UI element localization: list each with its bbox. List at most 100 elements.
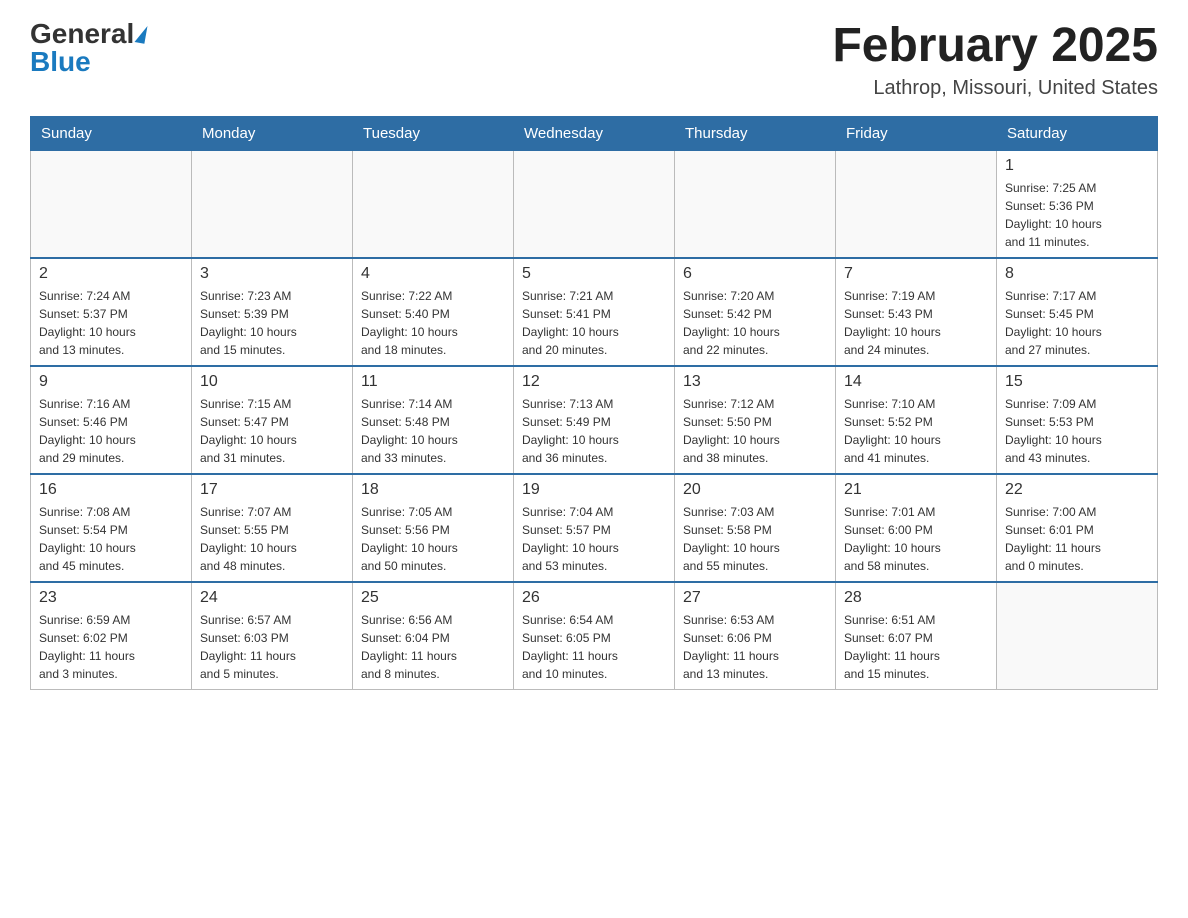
calendar-cell: 18 Sunrise: 7:05 AMSunset: 5:56 PMDayligh… (353, 474, 514, 582)
header-saturday: Saturday (997, 116, 1158, 150)
calendar-cell (31, 150, 192, 258)
day-info: Sunrise: 7:04 AMSunset: 5:57 PMDaylight:… (522, 503, 666, 575)
calendar-cell: 23 Sunrise: 6:59 AMSunset: 6:02 PMDayligh… (31, 582, 192, 690)
calendar-cell: 25 Sunrise: 6:56 AMSunset: 6:04 PMDayligh… (353, 582, 514, 690)
day-number: 1 (1005, 157, 1149, 175)
day-info: Sunrise: 6:59 AMSunset: 6:02 PMDaylight:… (39, 611, 183, 683)
day-number: 21 (844, 481, 988, 499)
calendar-cell (836, 150, 997, 258)
calendar-cell: 7 Sunrise: 7:19 AMSunset: 5:43 PMDaylight… (836, 258, 997, 366)
calendar-week-row: 9 Sunrise: 7:16 AMSunset: 5:46 PMDaylight… (31, 366, 1158, 474)
day-number: 6 (683, 265, 827, 283)
day-number: 28 (844, 589, 988, 607)
day-number: 9 (39, 373, 183, 391)
calendar-table: Sunday Monday Tuesday Wednesday Thursday… (30, 116, 1158, 690)
calendar-week-row: 23 Sunrise: 6:59 AMSunset: 6:02 PMDayligh… (31, 582, 1158, 690)
day-info: Sunrise: 7:22 AMSunset: 5:40 PMDaylight:… (361, 287, 505, 359)
day-info: Sunrise: 7:19 AMSunset: 5:43 PMDaylight:… (844, 287, 988, 359)
header-thursday: Thursday (675, 116, 836, 150)
calendar-cell: 19Sunrise: 7:04 AMSunset: 5:57 PMDayligh… (514, 474, 675, 582)
day-info: Sunrise: 6:53 AMSunset: 6:06 PMDaylight:… (683, 611, 827, 683)
logo-triangle-icon (135, 24, 148, 43)
day-number: 20 (683, 481, 827, 499)
calendar-cell: 1 Sunrise: 7:25 AMSunset: 5:36 PMDaylight… (997, 150, 1158, 258)
header-wednesday: Wednesday (514, 116, 675, 150)
day-info: Sunrise: 6:57 AMSunset: 6:03 PMDaylight:… (200, 611, 344, 683)
day-number: 4 (361, 265, 505, 283)
day-info: Sunrise: 7:24 AMSunset: 5:37 PMDaylight:… (39, 287, 183, 359)
logo-blue: Blue (30, 48, 91, 76)
day-number: 16 (39, 481, 183, 499)
calendar-subtitle: Lathrop, Missouri, United States (832, 77, 1158, 100)
day-info: Sunrise: 7:16 AMSunset: 5:46 PMDaylight:… (39, 395, 183, 467)
day-info: Sunrise: 6:51 AMSunset: 6:07 PMDaylight:… (844, 611, 988, 683)
day-info: Sunrise: 6:56 AMSunset: 6:04 PMDaylight:… (361, 611, 505, 683)
day-info: Sunrise: 7:17 AMSunset: 5:45 PMDaylight:… (1005, 287, 1149, 359)
calendar-cell (675, 150, 836, 258)
day-info: Sunrise: 7:12 AMSunset: 5:50 PMDaylight:… (683, 395, 827, 467)
day-info: Sunrise: 7:03 AMSunset: 5:58 PMDaylight:… (683, 503, 827, 575)
calendar-cell: 3 Sunrise: 7:23 AMSunset: 5:39 PMDaylight… (192, 258, 353, 366)
day-number: 7 (844, 265, 988, 283)
title-section: February 2025 Lathrop, Missouri, United … (832, 20, 1158, 100)
day-info: Sunrise: 7:20 AMSunset: 5:42 PMDaylight:… (683, 287, 827, 359)
day-number: 12 (522, 373, 666, 391)
day-info: Sunrise: 7:13 AMSunset: 5:49 PMDaylight:… (522, 395, 666, 467)
calendar-cell: 4 Sunrise: 7:22 AMSunset: 5:40 PMDaylight… (353, 258, 514, 366)
calendar-cell: 2 Sunrise: 7:24 AMSunset: 5:37 PMDaylight… (31, 258, 192, 366)
day-number: 10 (200, 373, 344, 391)
calendar-cell: 14Sunrise: 7:10 AMSunset: 5:52 PMDayligh… (836, 366, 997, 474)
day-number: 15 (1005, 373, 1149, 391)
day-info: Sunrise: 7:14 AMSunset: 5:48 PMDaylight:… (361, 395, 505, 467)
day-number: 13 (683, 373, 827, 391)
header-friday: Friday (836, 116, 997, 150)
day-number: 2 (39, 265, 183, 283)
calendar-cell: 11 Sunrise: 7:14 AMSunset: 5:48 PMDayligh… (353, 366, 514, 474)
calendar-cell (353, 150, 514, 258)
calendar-cell: 22 Sunrise: 7:00 AMSunset: 6:01 PMDayligh… (997, 474, 1158, 582)
day-number: 25 (361, 589, 505, 607)
day-info: Sunrise: 7:25 AMSunset: 5:36 PMDaylight:… (1005, 179, 1149, 251)
day-number: 3 (200, 265, 344, 283)
day-info: Sunrise: 7:05 AMSunset: 5:56 PMDaylight:… (361, 503, 505, 575)
day-number: 18 (361, 481, 505, 499)
calendar-cell: 17Sunrise: 7:07 AMSunset: 5:55 PMDayligh… (192, 474, 353, 582)
calendar-cell: 26Sunrise: 6:54 AMSunset: 6:05 PMDayligh… (514, 582, 675, 690)
day-number: 5 (522, 265, 666, 283)
day-info: Sunrise: 7:21 AMSunset: 5:41 PMDaylight:… (522, 287, 666, 359)
header-tuesday: Tuesday (353, 116, 514, 150)
day-info: Sunrise: 7:10 AMSunset: 5:52 PMDaylight:… (844, 395, 988, 467)
calendar-week-row: 16Sunrise: 7:08 AMSunset: 5:54 PMDayligh… (31, 474, 1158, 582)
calendar-week-row: 2 Sunrise: 7:24 AMSunset: 5:37 PMDaylight… (31, 258, 1158, 366)
day-info: Sunrise: 7:23 AMSunset: 5:39 PMDaylight:… (200, 287, 344, 359)
day-number: 8 (1005, 265, 1149, 283)
header-monday: Monday (192, 116, 353, 150)
day-number: 24 (200, 589, 344, 607)
day-number: 22 (1005, 481, 1149, 499)
calendar-cell: 12 Sunrise: 7:13 AMSunset: 5:49 PMDayligh… (514, 366, 675, 474)
day-number: 11 (361, 373, 505, 391)
day-info: Sunrise: 7:01 AMSunset: 6:00 PMDaylight:… (844, 503, 988, 575)
day-info: Sunrise: 7:07 AMSunset: 5:55 PMDaylight:… (200, 503, 344, 575)
calendar-cell: 20 Sunrise: 7:03 AMSunset: 5:58 PMDayligh… (675, 474, 836, 582)
calendar-cell: 16Sunrise: 7:08 AMSunset: 5:54 PMDayligh… (31, 474, 192, 582)
calendar-cell: 5 Sunrise: 7:21 AMSunset: 5:41 PMDaylight… (514, 258, 675, 366)
calendar-title: February 2025 (832, 20, 1158, 73)
calendar-cell: 21 Sunrise: 7:01 AMSunset: 6:00 PMDayligh… (836, 474, 997, 582)
calendar-cell: 6 Sunrise: 7:20 AMSunset: 5:42 PMDaylight… (675, 258, 836, 366)
calendar-cell: 10 Sunrise: 7:15 AMSunset: 5:47 PMDayligh… (192, 366, 353, 474)
calendar-cell: 28 Sunrise: 6:51 AMSunset: 6:07 PMDayligh… (836, 582, 997, 690)
day-info: Sunrise: 7:00 AMSunset: 6:01 PMDaylight:… (1005, 503, 1149, 575)
calendar-week-row: 1 Sunrise: 7:25 AMSunset: 5:36 PMDaylight… (31, 150, 1158, 258)
calendar-cell: 27Sunrise: 6:53 AMSunset: 6:06 PMDayligh… (675, 582, 836, 690)
calendar-cell: 15Sunrise: 7:09 AMSunset: 5:53 PMDayligh… (997, 366, 1158, 474)
day-number: 23 (39, 589, 183, 607)
calendar-cell (514, 150, 675, 258)
calendar-cell: 8 Sunrise: 7:17 AMSunset: 5:45 PMDaylight… (997, 258, 1158, 366)
calendar-cell (192, 150, 353, 258)
weekday-header-row: Sunday Monday Tuesday Wednesday Thursday… (31, 116, 1158, 150)
day-info: Sunrise: 6:54 AMSunset: 6:05 PMDaylight:… (522, 611, 666, 683)
calendar-cell: 13 Sunrise: 7:12 AMSunset: 5:50 PMDayligh… (675, 366, 836, 474)
logo: General Blue (30, 20, 146, 76)
day-info: Sunrise: 7:15 AMSunset: 5:47 PMDaylight:… (200, 395, 344, 467)
